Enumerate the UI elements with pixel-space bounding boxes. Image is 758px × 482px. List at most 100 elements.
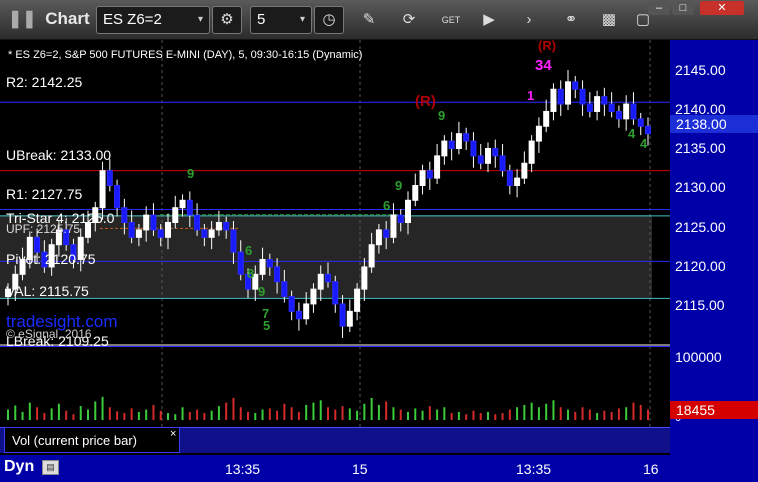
time-tick: 13:35 (516, 461, 552, 477)
level-label-pivot: Pivot: 2120.75 (6, 251, 96, 267)
level-label-upf: UPF: 2125.75 (6, 222, 81, 236)
candle-body (514, 177, 521, 186)
volume-bar (639, 404, 642, 420)
link-icon[interactable]: ⚭ (560, 10, 582, 30)
candle-body (165, 222, 171, 238)
candle-body (368, 244, 375, 268)
minimize-button[interactable]: – (648, 1, 670, 15)
candle-body (412, 184, 419, 201)
green-count: 5 (263, 318, 270, 333)
volume-bar (159, 410, 162, 420)
candle-body (419, 170, 426, 186)
volume-bar (152, 404, 155, 420)
volume-bar (276, 410, 279, 420)
candle-body (455, 133, 462, 149)
volume-bar (617, 408, 620, 420)
volume-bar (479, 413, 482, 420)
volume-bar (559, 407, 562, 420)
last-price-tag: 2138.00 (670, 115, 758, 133)
candle-body (434, 155, 441, 179)
volume-bar (305, 404, 308, 420)
volume-bar (363, 403, 366, 420)
price-tick: 2145.00 (675, 62, 726, 78)
volume-bar (14, 405, 17, 420)
candle-body (586, 103, 593, 112)
volume-bar (399, 409, 402, 420)
candle-body (310, 288, 317, 305)
volume-study-label[interactable]: Vol (current price bar) (4, 427, 180, 453)
close-icon[interactable]: × (170, 428, 176, 440)
candle-body (492, 147, 499, 157)
close-button[interactable]: ✕ (700, 1, 744, 15)
volume-bar (421, 410, 424, 420)
candle-body (215, 222, 222, 231)
grip-icon[interactable]: ❚❚ (8, 9, 37, 28)
candle-body (615, 110, 622, 120)
volume-bar (130, 408, 133, 420)
r-marker: (R) (415, 93, 436, 110)
candle-body (354, 288, 361, 312)
candle-body (99, 170, 106, 209)
candle-body (565, 81, 571, 105)
candle-body (557, 88, 564, 105)
candle-body (601, 96, 608, 105)
chevron-right-icon[interactable]: › (518, 10, 540, 30)
volume-bar (428, 406, 431, 420)
candle-body (339, 303, 346, 327)
volume-bar (108, 407, 111, 420)
volume-bar (145, 409, 148, 420)
candle-body (390, 214, 397, 238)
settings-icon: ⚙ (220, 11, 234, 28)
volume-bar (632, 402, 635, 420)
monitor-icon[interactable]: ▩ (598, 10, 620, 30)
volume-bar (101, 396, 104, 420)
volume-bar (574, 411, 577, 420)
candle-body (106, 170, 113, 186)
refresh-icon[interactable]: ⟳ (398, 10, 420, 30)
volume-bar (43, 413, 46, 420)
volume-bar (377, 404, 380, 420)
candle-body (608, 103, 615, 112)
volume-bar (254, 413, 257, 420)
candle-body (485, 147, 491, 164)
pencil-icon[interactable]: ✎ (358, 10, 380, 30)
candle-body (463, 133, 470, 142)
price-chart[interactable]: (R)(R)34199966789454 (0, 40, 670, 455)
value-area-shade (0, 215, 652, 299)
candle-body (470, 140, 477, 157)
candle-body (114, 184, 121, 209)
candle-body (623, 103, 630, 120)
candle-body (405, 199, 411, 224)
volume-bar (167, 413, 169, 420)
volume-bar (290, 407, 293, 420)
interval-value: 5 (257, 11, 266, 28)
candle-body (295, 310, 302, 320)
volume-bar (196, 409, 199, 420)
get-icon[interactable]: GET (440, 10, 462, 30)
candle-body (572, 81, 579, 90)
volume-bar (268, 408, 271, 420)
maximize-button[interactable]: □ (672, 1, 694, 15)
candle-body (194, 214, 201, 231)
settings-button[interactable]: ⚙ (212, 6, 242, 34)
candle-body (274, 266, 281, 283)
volume-bar (537, 407, 540, 420)
symbol-selector[interactable]: ES Z6=2 ▾ (96, 6, 210, 34)
play-icon[interactable]: ▶ (478, 10, 500, 30)
volume-bar (545, 403, 548, 420)
candle-body (150, 214, 157, 231)
dyn-label[interactable]: Dyn (4, 458, 34, 476)
interval-selector[interactable]: 5 ▾ (250, 6, 312, 34)
volume-bar (348, 408, 351, 420)
volume-bar (312, 402, 315, 420)
candle-body (332, 281, 339, 305)
calendar-icon[interactable]: ▤ (42, 460, 59, 475)
price-tick: 2115.00 (675, 297, 725, 313)
volume-bar (225, 402, 228, 420)
candle-body (383, 229, 390, 238)
candle-body (135, 229, 142, 238)
volume-bar (472, 410, 475, 420)
volume-bar (203, 413, 206, 420)
volume-bar (341, 406, 344, 420)
clock-button[interactable]: ◷ (314, 6, 344, 34)
